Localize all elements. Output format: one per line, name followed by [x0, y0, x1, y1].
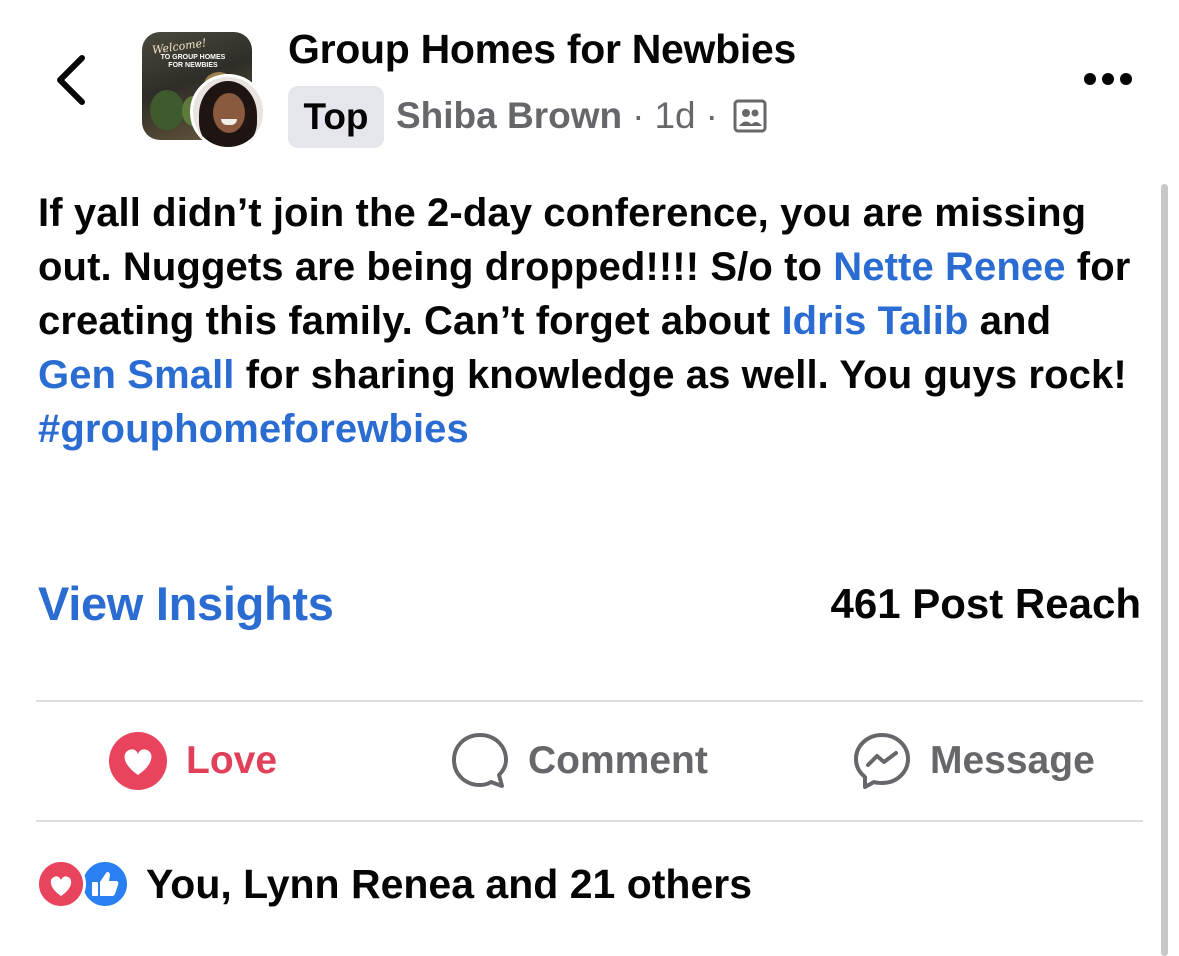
love-label: Love: [186, 739, 278, 782]
post-meta: Shiba Brown · 1d ·: [396, 95, 768, 137]
scrollbar[interactable]: [1161, 184, 1168, 956]
mention-link[interactable]: Nette Renee: [833, 245, 1065, 289]
reactions-text[interactable]: You, Lynn Renea and 21 others: [146, 861, 752, 908]
author-name[interactable]: Shiba Brown: [396, 95, 622, 137]
avatar-plant: [150, 90, 184, 130]
avatar-face: [213, 93, 245, 133]
more-options-icon[interactable]: [1082, 66, 1134, 92]
group-members-icon: [733, 99, 767, 133]
message-button[interactable]: Message: [852, 730, 1095, 792]
post-text: for sharing knowledge as well. You guys …: [234, 353, 1127, 397]
avatar-group-text: TO GROUP HOMES FOR NEWBIES: [160, 54, 226, 69]
comment-label: Comment: [528, 739, 708, 782]
back-icon[interactable]: [52, 52, 92, 108]
post-text: and: [968, 299, 1052, 343]
comment-icon: [452, 733, 508, 788]
separator: ·: [705, 95, 718, 136]
post-reach: 461 Post Reach: [830, 580, 1142, 627]
reactions-summary[interactable]: You, Lynn Renea and 21 others: [36, 856, 752, 912]
author-avatar[interactable]: [190, 74, 266, 150]
hashtag-link[interactable]: #grouphomeforewbies: [38, 407, 469, 451]
view-insights-link[interactable]: View Insights: [38, 576, 334, 631]
group-name[interactable]: Group Homes for Newbies: [288, 26, 796, 73]
love-button[interactable]: Love: [108, 730, 277, 792]
group-avatar-stack[interactable]: Welcome! TO GROUP HOMES FOR NEWBIES: [142, 32, 268, 152]
reaction-icons: [36, 859, 136, 909]
separator: ·: [632, 95, 645, 136]
heart-icon: [109, 732, 167, 790]
mention-link[interactable]: Idris Talib: [781, 299, 968, 343]
mention-link[interactable]: Gen Small: [38, 353, 235, 397]
post-body: If yall didn’t join the 2-day conference…: [38, 186, 1138, 456]
heart-reaction-icon: [36, 859, 86, 909]
message-label: Message: [930, 739, 1095, 782]
messenger-icon: [854, 733, 910, 789]
divider: [36, 820, 1143, 822]
top-badge: Top: [288, 86, 384, 148]
post-time[interactable]: 1d: [654, 95, 695, 137]
divider: [36, 700, 1143, 702]
like-reaction-icon: [80, 859, 130, 909]
comment-button[interactable]: Comment: [450, 730, 708, 792]
